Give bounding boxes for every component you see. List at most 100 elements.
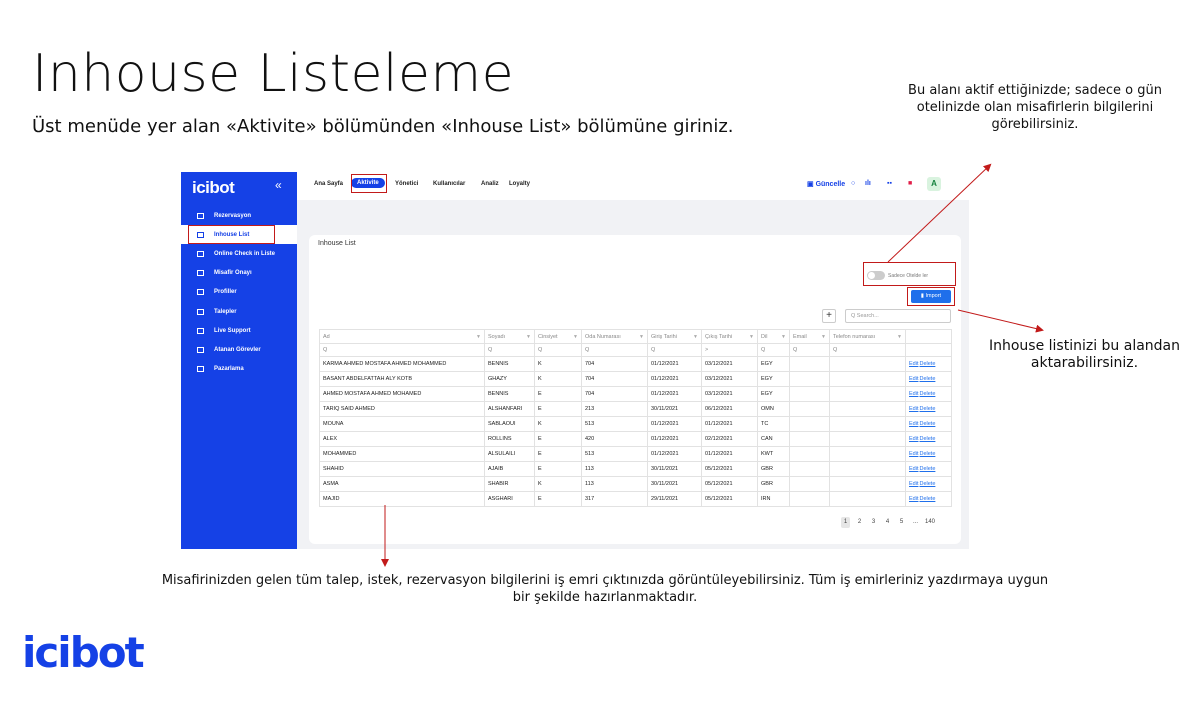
page-link[interactable]: 140	[925, 517, 935, 528]
filter-icon[interactable]: ▼	[476, 334, 481, 340]
tab-kullan-c-lar[interactable]: Kullanıcılar	[433, 181, 465, 187]
table-cell	[829, 461, 906, 477]
filter-input[interactable]: Q	[789, 343, 830, 357]
column-header[interactable]: Oda Numarası ▼	[581, 329, 648, 344]
column-header[interactable]: Telefon numarası ▼	[829, 329, 906, 344]
card-title: Inhouse List	[318, 240, 356, 247]
filter-input[interactable]: Q	[484, 343, 535, 357]
edit-link[interactable]: Edit	[909, 421, 918, 427]
pagination: 1 2 3 4 5... 140	[841, 517, 935, 528]
filter-icon[interactable]: ▼	[639, 334, 644, 340]
edit-link[interactable]: Edit	[909, 451, 918, 457]
delete-link[interactable]: Delete	[919, 451, 935, 457]
edit-link[interactable]: Edit	[909, 466, 918, 472]
filter-icon[interactable]: ▼	[897, 334, 902, 340]
column-header[interactable]: Soyadı ▼	[484, 329, 535, 344]
calendar-icon	[197, 250, 204, 257]
sidebar-item-online-check-in-liste[interactable]: Online Check in Liste	[181, 244, 297, 263]
filter-input[interactable]: Q	[647, 343, 702, 357]
sidebar-item-label: Misafir Onayı	[214, 270, 252, 277]
delete-link[interactable]: Delete	[919, 391, 935, 397]
column-header[interactable]: Dil ▼	[757, 329, 790, 344]
tab-analiz[interactable]: Analiz	[481, 181, 499, 187]
collapse-icon[interactable]: «	[275, 178, 282, 192]
delete-link[interactable]: Delete	[919, 496, 935, 502]
page-link[interactable]: 2	[855, 517, 864, 528]
filter-icon[interactable]: ▼	[526, 334, 531, 340]
edit-link[interactable]: Edit	[909, 391, 918, 397]
filter-input[interactable]: Q	[319, 343, 485, 357]
table-cell: 317	[581, 491, 648, 507]
delete-link[interactable]: Delete	[919, 361, 935, 367]
edit-link[interactable]: Edit	[909, 376, 918, 382]
sidebar-item-talepler[interactable]: Talepler	[181, 302, 297, 321]
column-header[interactable]: Ad ▼	[319, 329, 485, 344]
column-header[interactable]	[905, 329, 952, 344]
guncelle-button[interactable]: ▣ Güncelle	[807, 180, 845, 188]
edit-link[interactable]: Edit	[909, 436, 918, 442]
column-header[interactable]: Çıkış Tarihi ▼	[701, 329, 758, 344]
note-table: Misafirinizden gelen tüm talep, istek, r…	[161, 573, 1049, 605]
search-input[interactable]: Q Search...	[845, 309, 951, 323]
chart-icon[interactable]: ılı	[865, 180, 871, 187]
table-cell: 513	[581, 416, 648, 432]
guncelle-label: Güncelle	[815, 181, 846, 188]
filter-input[interactable]: >	[701, 343, 758, 357]
page-link[interactable]: 1	[841, 517, 850, 528]
table-row: ASMA SHABIR K 113 30/11/2021 05/12/2021 GBR Edi…	[319, 476, 952, 492]
grid-icon[interactable]: ▪▪	[887, 180, 892, 187]
column-header[interactable]: Email ▼	[789, 329, 830, 344]
sidebar-item-rezervasyon[interactable]: Rezervasyon	[181, 206, 297, 225]
delete-link[interactable]: Delete	[919, 406, 935, 412]
tab-y-netici[interactable]: Yönetici	[395, 181, 418, 187]
row-actions: EditDelete	[905, 461, 952, 477]
edit-link[interactable]: Edit	[909, 496, 918, 502]
row-actions: EditDelete	[905, 356, 952, 372]
sidebar-item-atanan-g-revler[interactable]: Atanan Görevler	[181, 340, 297, 359]
filter-input[interactable]: Q	[534, 343, 582, 357]
table-cell: ASGHARI	[484, 491, 535, 507]
sidebar-item-label: Atanan Görevler	[214, 346, 261, 353]
filter-input[interactable]: Q	[581, 343, 648, 357]
filter-input[interactable]: Q	[757, 343, 790, 357]
sidebar-item-pazarlama[interactable]: Pazarlama	[181, 360, 297, 379]
sidebar-item-live-support[interactable]: Live Support	[181, 321, 297, 340]
column-header[interactable]: Cinsiyet ▼	[534, 329, 582, 344]
notification-icon[interactable]: ■	[908, 180, 912, 187]
page-link[interactable]: 3	[869, 517, 878, 528]
edit-link[interactable]: Edit	[909, 406, 918, 412]
column-label: Oda Numarası	[585, 333, 621, 340]
page-link[interactable]: 5	[897, 517, 906, 528]
delete-link[interactable]: Delete	[919, 466, 935, 472]
calendar-icon	[197, 366, 204, 373]
tab-ana-sayfa[interactable]: Ana Sayfa	[314, 181, 343, 187]
circle-icon[interactable]: ○	[851, 180, 855, 187]
delete-link[interactable]: Delete	[919, 481, 935, 487]
table-cell	[789, 416, 830, 432]
sidebar-item-misafir-onay-[interactable]: Misafir Onayı	[181, 264, 297, 283]
filter-icon[interactable]: ▼	[749, 334, 754, 340]
filter-icon[interactable]: ▼	[781, 334, 786, 340]
page-link[interactable]: 4	[883, 517, 892, 528]
edit-link[interactable]: Edit	[909, 361, 918, 367]
filter-icon[interactable]: ▼	[693, 334, 698, 340]
delete-link[interactable]: Delete	[919, 436, 935, 442]
table-cell: 420	[581, 431, 648, 447]
tab-loyalty[interactable]: Loyalty	[509, 181, 530, 187]
top-nav: Ana Sayfa Aktivite Yönetici Kullanıcılar Ana…	[297, 172, 969, 200]
note-toggle: Bu alanı aktif ettiğinizde; sadece o gün…	[908, 83, 1162, 132]
sidebar-item-profiller[interactable]: Profiller	[181, 283, 297, 302]
column-header[interactable]: Giriş Tarihi ▼	[647, 329, 702, 344]
table-cell	[829, 491, 906, 507]
filter-input[interactable]: Q	[829, 343, 906, 357]
calendar-icon	[197, 327, 204, 334]
avatar[interactable]: A	[927, 177, 941, 191]
delete-link[interactable]: Delete	[919, 421, 935, 427]
add-button[interactable]: +	[822, 309, 836, 323]
table-cell: 03/12/2021	[701, 386, 758, 402]
filter-icon[interactable]: ▼	[573, 334, 578, 340]
edit-link[interactable]: Edit	[909, 481, 918, 487]
delete-link[interactable]: Delete	[919, 376, 935, 382]
table-cell: 704	[581, 371, 648, 387]
filter-icon[interactable]: ▼	[821, 334, 826, 340]
